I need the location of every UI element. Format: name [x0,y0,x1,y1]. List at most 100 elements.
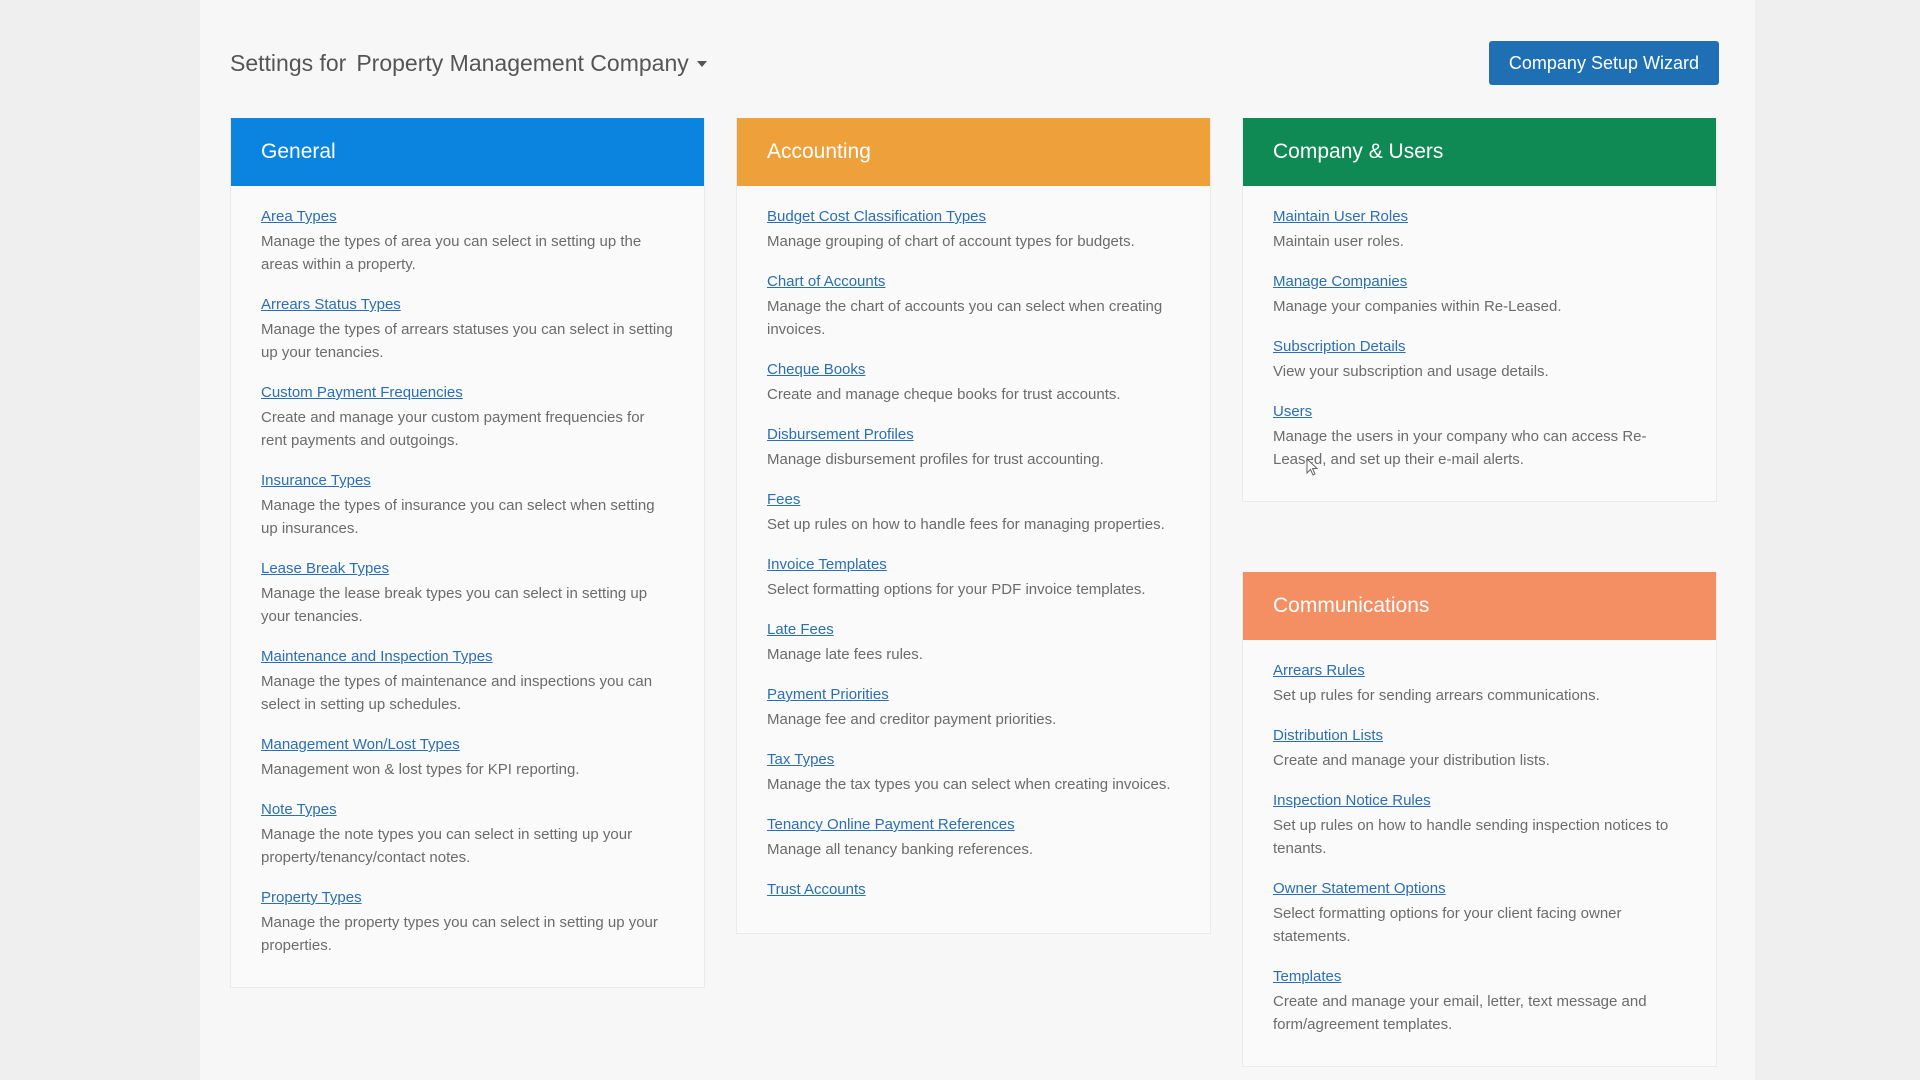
settings-item-link[interactable]: Owner Statement Options [1273,880,1446,897]
settings-item: Disbursement Profiles Manage disbursement… [767,426,1180,471]
general-panel-body: Area Types Manage the types of area you c… [231,186,704,987]
settings-item-link[interactable]: Insurance Types [261,472,371,489]
settings-item-link[interactable]: Arrears Status Types [261,296,401,313]
settings-item-description: Manage disbursement profiles for trust a… [767,451,1104,468]
settings-item: Tax Types Manage the tax types you can se… [767,751,1180,796]
general-panel-header: General [231,118,704,186]
settings-item-description: Select formatting options for your clien… [1273,905,1622,945]
settings-item-description: Manage the chart of accounts you can sel… [767,298,1163,338]
accounting-panel-body: Budget Cost Classification Types Manage g… [737,186,1210,933]
settings-item-description: Manage the users in your company who can… [1273,428,1647,468]
settings-item: Chart of Accounts Manage the chart of acc… [767,273,1180,341]
company-users-panel-header: Company & Users [1243,118,1716,186]
settings-item: Late Fees Manage late fees rules. [767,621,1180,666]
settings-item-link[interactable]: Disbursement Profiles [767,426,914,443]
page-title: Settings for Property Management Company [230,50,707,77]
settings-item-link[interactable]: Manage Companies [1273,273,1407,290]
settings-item-description: Create and manage your email, letter, te… [1273,993,1647,1033]
settings-item-description: Set up rules on how to handle sending in… [1273,817,1669,857]
company-selector[interactable]: Property Management Company [356,49,707,77]
settings-item: Tenancy Online Payment References Manage … [767,816,1180,861]
settings-item: Management Won/Lost Types Management won … [261,736,674,781]
company-setup-wizard-button[interactable]: Company Setup Wizard [1488,41,1719,85]
settings-item-link[interactable]: Maintain User Roles [1273,208,1408,225]
settings-item-description: Create and manage cheque books for trust… [767,386,1121,403]
settings-item: Arrears Status Types Manage the types of … [261,296,674,364]
settings-item: Owner Statement Options Select formatting… [1273,880,1686,948]
settings-item: Inspection Notice Rules Set up rules on h… [1273,792,1686,860]
mouse-pointer-icon [1306,458,1319,476]
communications-panel: Communications Arrears Rules Set up rules… [1242,572,1717,1067]
settings-item-link[interactable]: Tenancy Online Payment References [767,816,1015,833]
settings-item-link[interactable]: Property Types [261,889,362,906]
settings-item-link[interactable]: Lease Break Types [261,560,389,577]
settings-item-link[interactable]: Late Fees [767,621,834,638]
screen: Settings for Property Management Company… [0,0,1920,1080]
company-name: Property Management Company [356,49,689,76]
settings-item: Insurance Types Manage the types of insur… [261,472,674,540]
settings-item-description: Manage the types of insurance you can se… [261,497,655,537]
settings-item: Cheque Books Create and manage cheque boo… [767,361,1180,406]
settings-item: Area Types Manage the types of area you c… [261,208,674,276]
company-users-panel: Company & Users Maintain User Roles Maint… [1242,118,1717,502]
settings-item-link[interactable]: Arrears Rules [1273,662,1365,679]
settings-item-link[interactable]: Area Types [261,208,337,225]
settings-item: Maintenance and Inspection Types Manage t… [261,648,674,716]
chevron-down-icon [696,61,707,67]
settings-item: Note Types Manage the note types you can … [261,801,674,869]
settings-item-link[interactable]: Invoice Templates [767,556,887,573]
settings-item-link[interactable]: Users [1273,403,1312,420]
settings-item: Manage Companies Manage your companies wi… [1273,273,1686,318]
settings-item-description: Set up rules on how to handle fees for m… [767,516,1165,533]
settings-item: Subscription Details View your subscripti… [1273,338,1686,383]
settings-item-link[interactable]: Templates [1273,968,1341,985]
settings-item-link[interactable]: Fees [767,491,800,508]
company-users-panel-body: Maintain User Roles Maintain user roles. M… [1243,186,1716,501]
settings-item: Budget Cost Classification Types Manage g… [767,208,1180,253]
settings-item-description: Create and manage your custom payment fr… [261,409,645,449]
settings-item: Payment Priorities Manage fee and credito… [767,686,1180,731]
settings-item-link[interactable]: Chart of Accounts [767,273,885,290]
settings-item: Lease Break Types Manage the lease break … [261,560,674,628]
accounting-panel-header: Accounting [737,118,1210,186]
settings-item-link[interactable]: Payment Priorities [767,686,889,703]
settings-item-link[interactable]: Trust Accounts [767,881,866,898]
settings-item-link[interactable]: Distribution Lists [1273,727,1383,744]
settings-page: Settings for Property Management Company… [200,0,1755,1080]
settings-item-link[interactable]: Inspection Notice Rules [1273,792,1431,809]
settings-item-description: Manage the types of maintenance and insp… [261,673,653,713]
communications-panel-body: Arrears Rules Set up rules for sending ar… [1243,640,1716,1066]
settings-item-description: Maintain user roles. [1273,233,1404,250]
settings-item-link[interactable]: Maintenance and Inspection Types [261,648,493,665]
settings-for-label: Settings for [230,49,347,76]
settings-item-link[interactable]: Subscription Details [1273,338,1406,355]
settings-item: Custom Payment Frequencies Create and man… [261,384,674,452]
settings-item: Distribution Lists Create and manage your… [1273,727,1686,772]
settings-item: Property Types Manage the property types … [261,889,674,957]
general-panel: General Area Types Manage the types of ar… [230,118,705,988]
settings-item-link[interactable]: Note Types [261,801,337,818]
settings-item: Users Manage the users in your company wh… [1273,403,1686,471]
settings-item-link[interactable]: Cheque Books [767,361,865,378]
settings-item: Maintain User Roles Maintain user roles. [1273,208,1686,253]
settings-item-link[interactable]: Tax Types [767,751,834,768]
page-header: Settings for Property Management Company… [230,40,1719,86]
settings-item: Fees Set up rules on how to handle fees f… [767,491,1180,536]
settings-item-link[interactable]: Custom Payment Frequencies [261,384,463,401]
settings-item-link[interactable]: Budget Cost Classification Types [767,208,986,225]
settings-item-description: Manage fee and creditor payment prioriti… [767,711,1057,728]
settings-item: Templates Create and manage your email, l… [1273,968,1686,1036]
settings-item: Invoice Templates Select formatting optio… [767,556,1180,601]
settings-item-description: Select formatting options for your PDF i… [767,581,1146,598]
settings-item-description: Management won & lost types for KPI repo… [261,761,580,778]
settings-item-link[interactable]: Management Won/Lost Types [261,736,460,753]
settings-item: Arrears Rules Set up rules for sending ar… [1273,662,1686,707]
accounting-panel: Accounting Budget Cost Classification Ty… [736,118,1211,934]
settings-item-description: Set up rules for sending arrears communi… [1273,687,1600,704]
settings-item-description: Manage all tenancy banking references. [767,841,1034,858]
settings-item-description: Manage the note types you can select in … [261,826,633,866]
settings-item-description: Manage your companies within Re-Leased. [1273,298,1562,315]
settings-item-description: Manage the lease break types you can sel… [261,585,648,625]
settings-item-description: View your subscription and usage details… [1273,363,1549,380]
settings-item-description: Create and manage your distribution list… [1273,752,1550,769]
